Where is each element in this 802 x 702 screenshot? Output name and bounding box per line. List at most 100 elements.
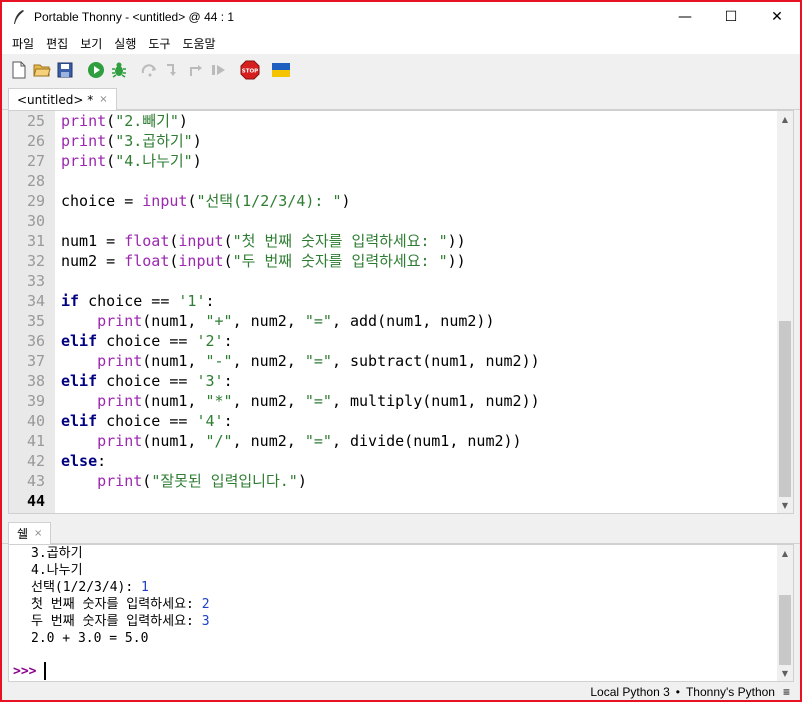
code-text[interactable]: print("4.나누기") xyxy=(61,151,202,171)
code-text[interactable]: num2 = float(input("두 번째 숫자를 입력하세요: ")) xyxy=(61,251,466,271)
menu-view[interactable]: 보기 xyxy=(74,35,108,52)
code-text[interactable]: else: xyxy=(61,451,106,471)
code-text[interactable]: if choice == '1': xyxy=(61,291,215,311)
code-text[interactable]: print(num1, "-", num2, "=", subtract(num… xyxy=(61,351,540,371)
code-line[interactable]: 29 choice = input("선택(1/2/3/4): ") xyxy=(9,191,779,211)
debug-button[interactable] xyxy=(108,59,130,81)
code-line[interactable]: 36 elif choice == '2': xyxy=(9,331,779,351)
code-line[interactable]: 44 xyxy=(9,491,779,511)
resume-button[interactable] xyxy=(208,59,230,81)
code-text[interactable]: elif choice == '2': xyxy=(61,331,233,351)
run-button[interactable] xyxy=(85,59,107,81)
status-menu-icon[interactable]: ≡ xyxy=(783,685,790,699)
code-line[interactable]: 28 xyxy=(9,171,779,191)
step-into-button[interactable] xyxy=(162,59,184,81)
editor-vertical-scrollbar[interactable]: ▲ ▼ xyxy=(777,111,793,513)
code-line[interactable]: 27 print("4.나누기") xyxy=(9,151,779,171)
close-tab-icon[interactable]: × xyxy=(99,94,107,105)
minimize-button[interactable]: — xyxy=(662,2,708,32)
code-line[interactable]: 33 xyxy=(9,271,779,291)
code-text[interactable]: choice = input("선택(1/2/3/4): ") xyxy=(61,191,351,211)
code-text[interactable]: print("2.빼기") xyxy=(61,111,188,131)
shell-user-input: 1 xyxy=(141,580,149,595)
code-text[interactable]: print(num1, "*", num2, "=", multiply(num… xyxy=(61,391,540,411)
code-line[interactable]: 43 print("잘못된 입력입니다.") xyxy=(9,471,779,491)
line-number: 28 xyxy=(26,172,45,190)
shell-tab-label: 쉘 xyxy=(17,527,29,541)
stop-label: STOP xyxy=(242,69,258,75)
line-number: 42 xyxy=(26,452,45,470)
shell-output-text: 첫 번째 숫자를 입력하세요: xyxy=(31,597,202,612)
scroll-up-arrow-icon[interactable]: ▲ xyxy=(777,111,793,127)
line-number: 41 xyxy=(26,432,45,450)
code-line[interactable]: 32 num2 = float(input("두 번째 숫자를 입력하세요: ")… xyxy=(9,251,779,271)
code-line[interactable]: 38 elif choice == '3': xyxy=(9,371,779,391)
support-ukraine-button[interactable] xyxy=(270,59,292,81)
line-number: 27 xyxy=(26,152,45,170)
line-number: 36 xyxy=(26,332,45,350)
code-text[interactable]: print(num1, "/", num2, "=", divide(num1,… xyxy=(61,431,521,451)
menu-tools[interactable]: 도구 xyxy=(142,35,176,52)
code-line[interactable]: 26 print("3.곱하기") xyxy=(9,131,779,151)
shell-prompt-line[interactable]: >>> xyxy=(13,661,47,681)
new-file-button[interactable] xyxy=(8,59,30,81)
close-shell-tab-icon[interactable]: × xyxy=(34,528,42,539)
shell-prompt: >>> xyxy=(13,663,37,679)
shell-panel[interactable]: 3.곱하기 4.나누기 선택(1/2/3/4): 1첫 번째 숫자를 입력하세요: … xyxy=(8,544,794,682)
step-out-button[interactable] xyxy=(185,59,207,81)
code-text[interactable]: num1 = float(input("첫 번째 숫자를 입력하세요: ")) xyxy=(61,231,466,251)
line-number: 37 xyxy=(26,352,45,370)
code-text[interactable]: print(num1, "+", num2, "=", add(num1, nu… xyxy=(61,311,494,331)
line-number: 44 xyxy=(26,492,45,510)
menu-run[interactable]: 실행 xyxy=(108,35,142,52)
shell-scroll-up-arrow-icon[interactable]: ▲ xyxy=(777,545,793,561)
code-line[interactable]: 41 print(num1, "/", num2, "=", divide(nu… xyxy=(9,431,779,451)
title-bar: Portable Thonny - <untitled> @ 44 : 1 — … xyxy=(2,2,800,32)
line-number: 32 xyxy=(26,252,45,270)
step-over-button[interactable] xyxy=(139,59,161,81)
editor-tab-untitled[interactable]: <untitled> * × xyxy=(8,88,117,110)
shell-vertical-scrollbar[interactable]: ▲ ▼ xyxy=(777,545,793,681)
interpreter-selector[interactable]: Local Python 3 xyxy=(590,685,669,699)
code-line[interactable]: 30 xyxy=(9,211,779,231)
open-file-button[interactable] xyxy=(31,59,53,81)
code-line[interactable]: 42 else: xyxy=(9,451,779,471)
code-text[interactable]: elif choice == '4': xyxy=(61,411,233,431)
code-editor[interactable]: 25 print("2.빼기") 26 print("3.곱하기") 27 print("… xyxy=(8,110,794,514)
save-icon xyxy=(57,62,73,78)
stop-icon: STOP xyxy=(240,60,260,80)
code-line[interactable]: 25 print("2.빼기") xyxy=(9,111,779,131)
save-button[interactable] xyxy=(54,59,76,81)
code-line[interactable]: 37 print(num1, "-", num2, "=", subtract(… xyxy=(9,351,779,371)
code-text[interactable]: elif choice == '3': xyxy=(61,371,233,391)
debug-icon xyxy=(112,62,126,78)
code-area[interactable]: 25 print("2.빼기") 26 print("3.곱하기") 27 print("… xyxy=(9,111,779,511)
close-button[interactable]: ✕ xyxy=(754,2,800,32)
code-line[interactable]: 40 elif choice == '4': xyxy=(9,411,779,431)
scroll-down-arrow-icon[interactable]: ▼ xyxy=(777,497,793,513)
code-text[interactable]: print("3.곱하기") xyxy=(61,131,202,151)
shell-scroll-down-arrow-icon[interactable]: ▼ xyxy=(777,665,793,681)
code-line[interactable]: 34 if choice == '1': xyxy=(9,291,779,311)
toolbar: STOP xyxy=(2,54,800,86)
menu-edit[interactable]: 편집 xyxy=(40,35,74,52)
line-number: 29 xyxy=(26,192,45,210)
shell-scroll-thumb[interactable] xyxy=(779,595,791,665)
editor-scroll-thumb[interactable] xyxy=(779,321,791,497)
shell-output-line: 선택(1/2/3/4): 1 xyxy=(9,579,793,596)
shell-tab[interactable]: 쉘 × xyxy=(8,522,52,544)
line-number: 25 xyxy=(26,112,45,130)
backend-label[interactable]: Thonny's Python xyxy=(686,685,775,699)
menu-help[interactable]: 도움말 xyxy=(176,35,221,52)
text-caret xyxy=(44,662,47,680)
menu-file[interactable]: 파일 xyxy=(6,35,40,52)
resume-icon xyxy=(212,65,225,75)
stop-button[interactable]: STOP xyxy=(239,59,261,81)
code-line[interactable]: 31 num1 = float(input("첫 번째 숫자를 입력하세요: ")… xyxy=(9,231,779,251)
shell-output-text: 4.나누기 xyxy=(31,563,83,578)
code-line[interactable]: 35 print(num1, "+", num2, "=", add(num1,… xyxy=(9,311,779,331)
maximize-button[interactable]: ☐ xyxy=(708,2,754,32)
code-line[interactable]: 39 print(num1, "*", num2, "=", multiply(… xyxy=(9,391,779,411)
line-number: 38 xyxy=(26,372,45,390)
code-text[interactable]: print("잘못된 입력입니다.") xyxy=(61,471,307,491)
